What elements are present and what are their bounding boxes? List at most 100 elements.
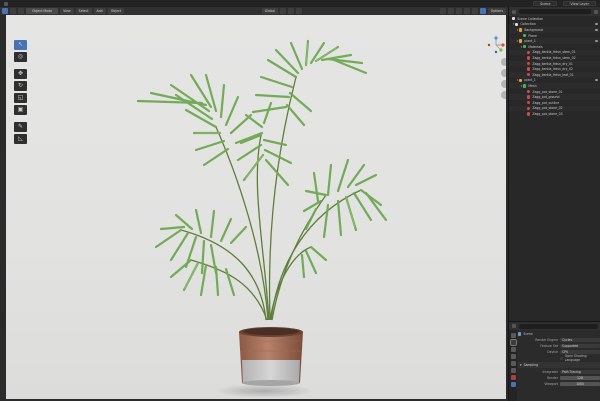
- material-icon: [527, 50, 531, 55]
- object-icon: [519, 78, 523, 83]
- render-tab-icon[interactable]: [509, 339, 517, 346]
- modifier-tab-icon[interactable]: [510, 382, 516, 387]
- render-engine-select[interactable]: Cycles: [560, 337, 600, 343]
- properties-display-icon[interactable]: [512, 324, 516, 328]
- shading-wireframe-icon[interactable]: [455, 8, 462, 14]
- render-viewport[interactable]: ↖ ◎ ✥ ↻ ◱ ▣ ✎ ◺: [6, 15, 506, 399]
- visibility-eye-icon[interactable]: [595, 40, 598, 43]
- properties-tabs: [509, 330, 517, 401]
- select-extend-icon[interactable]: [18, 8, 24, 14]
- menu-add[interactable]: Add: [93, 8, 106, 14]
- view-layer-tab-icon[interactable]: [510, 354, 516, 359]
- outliner-row-label: Zagg_pot_stone_03: [532, 111, 563, 116]
- outliner-row-label: Zagg_kentia_frdsn_leaf_01: [532, 72, 574, 77]
- outliner-display-icon[interactable]: [512, 9, 516, 14]
- select-tool-icon[interactable]: ↖: [14, 40, 27, 50]
- material-icon: [527, 89, 531, 94]
- outliner-list: ▾ Collection ▾ Background Plane ▾ plant_1 ▾ Mat…: [509, 22, 600, 117]
- editor-type-icon[interactable]: [2, 8, 8, 14]
- outliner: Scene Collection ▾ Collection ▾ Background P…: [509, 7, 600, 321]
- mesh-data-icon: [523, 33, 527, 38]
- annotate-tool-icon[interactable]: ✎: [14, 122, 27, 132]
- outliner-search-input[interactable]: [519, 9, 591, 14]
- object-tab-icon[interactable]: [510, 375, 516, 380]
- visibility-eye-icon[interactable]: [595, 28, 598, 31]
- measure-tool-icon[interactable]: ◺: [14, 134, 27, 144]
- outliner-row-label: Materials: [528, 44, 543, 49]
- visibility-eye-icon[interactable]: [595, 79, 598, 82]
- palm-stems: [180, 76, 362, 321]
- pot-shadow: [214, 384, 314, 398]
- render-samples-field[interactable]: 128: [560, 375, 600, 381]
- filter-icon[interactable]: [594, 9, 598, 14]
- outliner-row-label: Plane: [528, 33, 537, 38]
- outliner-header: [509, 7, 600, 16]
- snap-icon[interactable]: [287, 8, 294, 14]
- gizmo-y-icon[interactable]: [499, 48, 503, 52]
- material-icon: [527, 61, 531, 66]
- blender-logo-icon[interactable]: [4, 1, 8, 6]
- outliner-row-label: plant_1: [524, 78, 536, 83]
- open-shading-language-checkbox[interactable]: Open Shading Language: [518, 354, 600, 362]
- transform-tool-icon[interactable]: ▣: [14, 105, 27, 115]
- options-button[interactable]: Options: [487, 8, 506, 14]
- 3d-viewport-area: Object Mode View Select Add Object Globa…: [0, 7, 508, 401]
- outliner-row-label: Zagg_kentia_frdsn_stem_02: [532, 55, 576, 60]
- outliner-row[interactable]: Zagg_pot_stone_03: [509, 111, 600, 117]
- gizmo-z-icon[interactable]: [494, 36, 498, 40]
- outliner-row-label: Zagg_pot_stone_01: [532, 89, 563, 94]
- xray-icon[interactable]: [447, 8, 454, 14]
- right-panel: Scene Collection ▾ Collection ▾ Background P…: [508, 7, 600, 401]
- perspective-toggle-icon[interactable]: [501, 91, 506, 99]
- properties-search-input[interactable]: [519, 323, 598, 329]
- output-tab-icon[interactable]: [510, 347, 516, 352]
- collection-icon: [515, 22, 519, 27]
- tool-tab-icon[interactable]: [510, 333, 516, 338]
- zoom-icon[interactable]: [501, 58, 506, 66]
- mesh-data-icon: [523, 45, 527, 49]
- pan-hand-icon[interactable]: [501, 69, 506, 77]
- material-icon: [527, 56, 531, 60]
- cursor-tool-icon[interactable]: ◎: [14, 52, 27, 62]
- proportional-edit-icon[interactable]: [295, 8, 302, 14]
- view-layer-selector[interactable]: View Layer: [563, 1, 596, 6]
- feature-set-select[interactable]: Supported: [560, 343, 600, 349]
- material-icon: [527, 67, 531, 71]
- menu-object[interactable]: Object: [107, 8, 125, 14]
- material-icon: [527, 95, 531, 99]
- navigation-gizmo[interactable]: [486, 35, 506, 55]
- palm-fronds: [136, 39, 388, 297]
- outliner-row-label: Zagg_pot_ground: [532, 95, 560, 100]
- scale-tool-icon[interactable]: ◱: [14, 93, 27, 103]
- outliner-row-label: Zagg_kentia_frdsn_dry_02: [532, 67, 573, 72]
- camera-view-icon[interactable]: [501, 80, 506, 88]
- scene-selector[interactable]: Scene: [533, 1, 558, 6]
- viewport-samples-field[interactable]: 1000: [560, 381, 600, 387]
- shading-material-icon[interactable]: [471, 8, 478, 14]
- menu-select[interactable]: Select: [75, 8, 92, 14]
- integrator-select[interactable]: Path Tracing: [560, 369, 600, 375]
- top-bar: Scene View Layer: [0, 0, 600, 7]
- material-icon: [527, 112, 531, 116]
- properties-editor: Scene Render Engine Cycles Feature Set S…: [509, 321, 600, 401]
- menu-view[interactable]: View: [60, 8, 74, 14]
- chevron-down-icon: ▾: [520, 363, 522, 367]
- select-box-icon[interactable]: [10, 8, 16, 14]
- scene-tab-icon[interactable]: [510, 361, 516, 366]
- pivot-icon[interactable]: [279, 8, 286, 14]
- mode-selector[interactable]: Object Mode: [26, 8, 59, 14]
- material-icon: [527, 73, 531, 77]
- outliner-row-label: Zagg_pot_outline: [532, 100, 560, 105]
- world-tab-icon[interactable]: [510, 368, 516, 373]
- outliner-row-label: Zagg_pot_stone_02: [532, 106, 563, 111]
- rotate-tool-icon[interactable]: ↻: [14, 81, 27, 91]
- move-tool-icon[interactable]: ✥: [14, 69, 27, 79]
- shading-rendered-icon[interactable]: [479, 8, 486, 14]
- transform-orientation-selector[interactable]: Global: [261, 8, 278, 14]
- visibility-eye-icon[interactable]: [595, 23, 598, 26]
- gizmo-x-icon[interactable]: [501, 43, 505, 47]
- sampling-panel-header[interactable]: ▾ Sampling: [518, 362, 600, 368]
- scene-icon: [518, 332, 522, 336]
- overlay-icon[interactable]: [439, 8, 446, 14]
- shading-solid-icon[interactable]: [463, 8, 470, 14]
